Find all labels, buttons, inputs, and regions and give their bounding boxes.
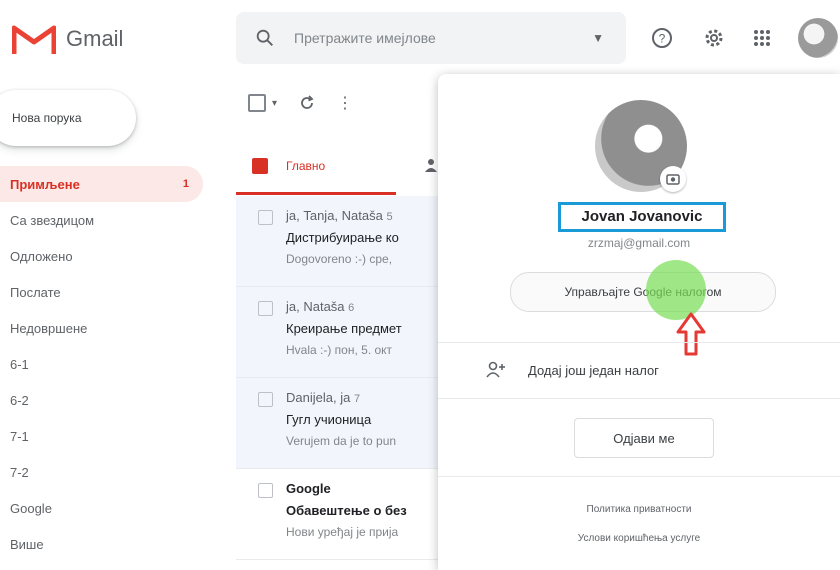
privacy-policy-link[interactable]: Политика приватности (438, 504, 840, 515)
sidebar-item-label-google[interactable]: Google (0, 490, 215, 526)
add-account-button[interactable]: Додај још један налог (438, 342, 840, 398)
sidebar-item-label: Недовршене (10, 320, 88, 336)
search-bar[interactable]: Претражите имејлове ▼ (236, 12, 626, 64)
mail-row[interactable]: Google Обавештење о без Нови уређај је п… (236, 469, 456, 560)
gmail-m-icon (12, 25, 56, 54)
sidebar-item-drafts[interactable]: Недовршене (0, 310, 215, 346)
tab-label: Главно (286, 159, 326, 173)
sidebar-item-label: Google (10, 500, 52, 516)
sign-out-button[interactable]: Одјави ме (574, 418, 714, 458)
search-input[interactable]: Претражите имејлове (294, 30, 592, 46)
mail-row[interactable]: ја, Tanja, Nataša 5 Дистрибуирање ко Dog… (236, 196, 456, 287)
mail-snippet: Нови уређај је прија (286, 525, 399, 539)
account-popup: Jovan Jovanovic zrzmaj@gmail.com Управља… (438, 74, 840, 570)
row-checkbox[interactable] (258, 392, 273, 407)
thread-count: 7 (353, 393, 361, 405)
gear-icon[interactable] (702, 26, 726, 50)
mail-row[interactable]: Danijela, ја 7 Гугл учионица Verujem da … (236, 378, 456, 469)
sidebar-item-more[interactable]: Више (0, 526, 215, 562)
category-tabs: Главно (236, 140, 446, 195)
tab-primary[interactable]: Главно (236, 140, 396, 195)
mail-subject: Креирање предмет (286, 321, 402, 336)
account-email: zrzmaj@gmail.com (587, 236, 691, 250)
mail-sender: Google (286, 481, 331, 496)
svg-text:?: ? (659, 32, 666, 46)
sidebar-item-label: 6-1 (10, 356, 29, 372)
sender-name: ја, Nataša (286, 299, 345, 314)
mail-subject: Обавештење о без (286, 503, 407, 518)
terms-of-service-link[interactable]: Услови коришћења услуге (438, 533, 840, 544)
row-checkbox[interactable] (258, 301, 273, 316)
sidebar-item-label: Послате (10, 284, 61, 300)
sidebar-item-label-7-1[interactable]: 7-1 (0, 418, 215, 454)
sidebar-item-sent[interactable]: Послате (0, 274, 215, 310)
account-avatar-button[interactable] (798, 18, 838, 58)
divider (438, 398, 840, 399)
sidebar-item-label: Примљене (10, 176, 80, 192)
sidebar-item-starred[interactable]: Са звездицом (0, 202, 215, 238)
row-checkbox[interactable] (258, 210, 273, 225)
select-all-checkbox[interactable] (248, 94, 266, 112)
mail-list: ја, Tanja, Nataša 5 Дистрибуирање ко Dog… (236, 196, 456, 560)
mail-snippet: Hvala :-) пон, 5. окт (286, 343, 393, 357)
thread-count: 5 (386, 211, 393, 223)
top-bar: Gmail Претражите имејлове ▼ ? (0, 0, 840, 80)
sender-name: ја, Tanja, Nataša (286, 208, 383, 223)
help-icon[interactable]: ? (650, 26, 674, 50)
camera-icon (666, 174, 680, 185)
divider (438, 476, 840, 477)
sidebar-item-label-6-2[interactable]: 6-2 (0, 382, 215, 418)
mail-snippet: Verujem da je to pun (286, 434, 397, 448)
sidebar-item-label: 6-2 (10, 392, 29, 408)
sidebar-item-label: 7-2 (10, 464, 29, 480)
search-options-icon[interactable]: ▼ (592, 31, 604, 45)
refresh-icon[interactable] (299, 95, 315, 111)
sidebar-item-label-6-1[interactable]: 6-1 (0, 346, 215, 382)
sidebar-item-inbox[interactable]: Примљене 1 (0, 166, 203, 202)
add-person-icon (486, 361, 505, 378)
apps-grid-icon[interactable] (750, 26, 774, 50)
more-options-icon[interactable]: ⋮ (337, 93, 353, 113)
mail-subject: Дистрибуирање ко (286, 230, 399, 245)
mail-sender: Danijela, ја 7 (286, 390, 360, 405)
select-dropdown-icon[interactable]: ▾ (272, 98, 277, 109)
change-photo-button[interactable] (660, 166, 686, 192)
sidebar-item-label: Са звездицом (10, 212, 95, 228)
search-icon[interactable] (254, 27, 276, 49)
compose-button[interactable]: Нова порука (0, 90, 136, 146)
gmail-wordmark: Gmail (66, 26, 124, 51)
footer-links: Политика приватности Услови коришћења ус… (438, 504, 840, 562)
mail-row[interactable]: ја, Nataša 6 Креирање предмет Hvala :-) … (236, 287, 456, 378)
mail-snippet: Dogovoreno :-) сре, (286, 252, 393, 266)
thread-count: 6 (348, 302, 355, 314)
sidebar-item-snoozed[interactable]: Одложено (0, 238, 215, 274)
mail-sender: ја, Tanja, Nataša 5 (286, 208, 393, 223)
unread-count: 1 (182, 178, 189, 190)
compose-label: Нова порука (12, 111, 82, 125)
sidebar-item-label: Више (10, 536, 44, 552)
add-account-label: Додај још један налог (528, 362, 659, 378)
account-name: Jovan Jovanovic (558, 202, 726, 232)
manage-account-button[interactable]: Управљајте Google налогом (510, 272, 776, 312)
sidebar-nav: Примљене 1 Са звездицом Одложено Послате… (0, 166, 215, 562)
sidebar-item-label-7-2[interactable]: 7-2 (0, 454, 215, 490)
sidebar-item-label: 7-1 (10, 428, 29, 444)
mail-sender: ја, Nataša 6 (286, 299, 354, 314)
row-checkbox[interactable] (258, 483, 273, 498)
gmail-logo[interactable]: Gmail (12, 22, 123, 56)
people-icon[interactable] (424, 158, 438, 172)
mail-subject: Гугл учионица (286, 412, 372, 427)
sidebar-item-label: Одложено (10, 248, 73, 264)
inbox-icon (252, 158, 268, 174)
mail-toolbar: ▾ ⋮ (248, 88, 353, 118)
sender-name: Danijela, ја (286, 390, 351, 405)
